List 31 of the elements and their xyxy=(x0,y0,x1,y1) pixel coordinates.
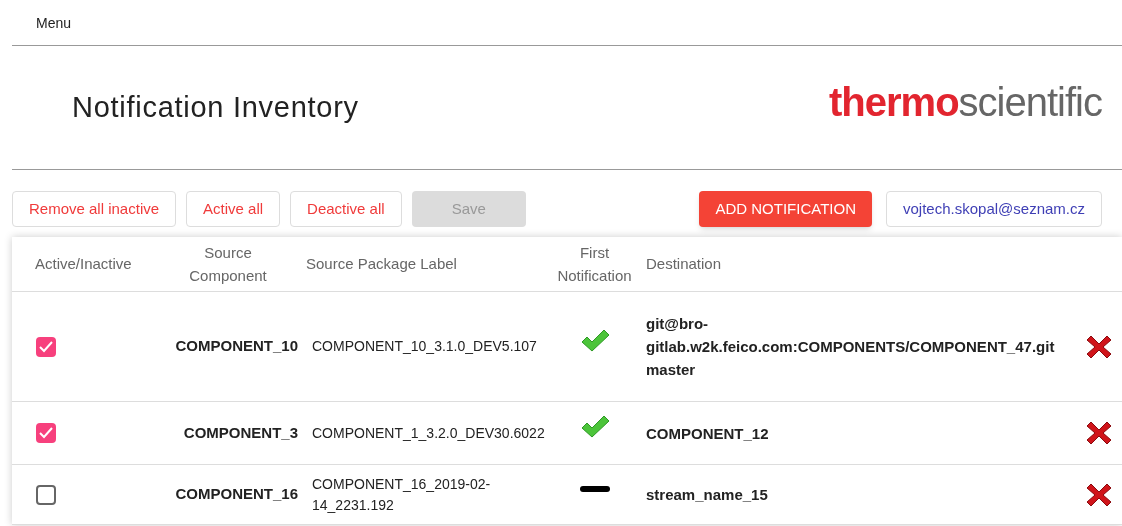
table-cell-text: COMPONENT_10 xyxy=(174,336,299,357)
toolbar-button[interactable]: Active all xyxy=(186,191,281,227)
checkmark-icon xyxy=(579,328,610,353)
brand-logo: thermoscientific xyxy=(829,81,1102,122)
toolbar-button[interactable]: Remove all inactive xyxy=(12,191,177,227)
table-cell-text: COMPONENT_16 xyxy=(174,484,299,505)
delete-icon[interactable] xyxy=(1085,481,1113,508)
column-header: First Notification xyxy=(556,243,633,286)
column-header: Source Component xyxy=(188,243,268,286)
column-header: Active/Inactive xyxy=(34,253,133,274)
table-cell-text: COMPONENT_16_2019-02-14_2231.192 xyxy=(311,474,492,515)
delete-icon[interactable] xyxy=(1085,420,1113,446)
toolbar-button[interactable]: Deactive all xyxy=(290,191,402,227)
checkmark-icon xyxy=(579,415,610,439)
table-cell-text: git@bro-gitlab.w2k.feico.com:COMPONENTS/COMPONENT_47.git master xyxy=(645,314,1056,380)
table-cell-text: COMPONENT_1_3.2.0_DEV30.6022 xyxy=(311,423,546,443)
table-cell-text: stream_name_15 xyxy=(645,485,769,505)
user-email-button[interactable]: vojtech.skopal@seznam.cz xyxy=(886,191,1102,227)
dash-icon xyxy=(579,484,610,493)
menu-link[interactable]: Menu xyxy=(36,12,72,33)
active-checkbox[interactable] xyxy=(36,336,56,357)
table-cell-text: COMPONENT_10_3.1.0_DEV5.107 xyxy=(311,337,538,356)
active-checkbox[interactable] xyxy=(36,423,56,443)
table-cell-text: COMPONENT_3 xyxy=(182,422,299,443)
add-notification-button[interactable]: ADD NOTIFICATION xyxy=(699,191,872,227)
active-checkbox[interactable] xyxy=(36,484,56,505)
page-title: Notification Inventory xyxy=(72,89,359,125)
table-cell-text: COMPONENT_12 xyxy=(645,423,770,444)
column-header: Source Package Label xyxy=(305,253,458,274)
column-header: Destination xyxy=(645,253,723,274)
delete-icon[interactable] xyxy=(1085,333,1113,360)
